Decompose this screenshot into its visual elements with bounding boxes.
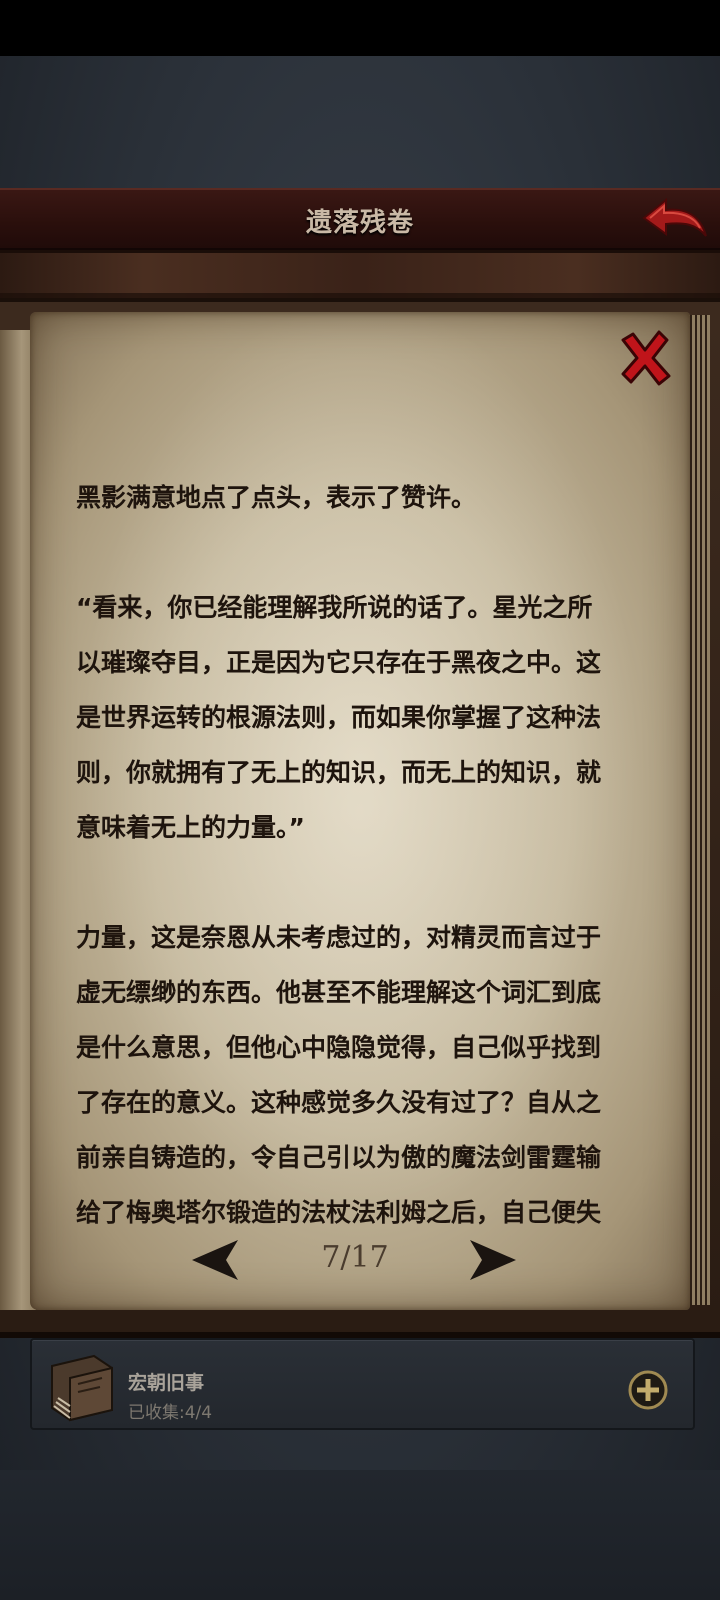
- text-line: 给了梅奥塔尔锻造的法杖法利姆之后，自己便失: [76, 1198, 602, 1227]
- back-arrow-icon: [642, 197, 707, 237]
- text-line: 虚无缥缈的东西。他甚至不能理解这个词汇到底: [76, 978, 602, 1007]
- collection-count: 已收集:4/4: [128, 1403, 213, 1423]
- close-x-icon: [621, 330, 671, 386]
- left-arrow-icon: [192, 1240, 238, 1280]
- expand-button[interactable]: [628, 1370, 668, 1410]
- text-line: 了存在的意义。这种感觉多久没有过了？自从之: [76, 1088, 602, 1117]
- text-line: 前亲自铸造的，令自己引以为傲的魔法剑雷霆输: [76, 1143, 602, 1172]
- book-icon: [42, 1346, 122, 1426]
- prev-page-button[interactable]: [190, 1238, 240, 1282]
- right-arrow-icon: [470, 1240, 516, 1280]
- close-button[interactable]: [615, 328, 675, 388]
- collection-bar: 宏朝旧事 已收集:4/4: [30, 1338, 695, 1430]
- collection-name: 宏朝旧事: [128, 1372, 205, 1394]
- text-line: 意味着无上的力量。”: [76, 813, 305, 842]
- text-line: 黑影满意地点了点头，表示了赞许。: [76, 483, 477, 512]
- page-number: 7/17: [321, 1240, 389, 1275]
- text-line: 则，你就拥有了无上的知识，而无上的知识，就: [76, 758, 602, 787]
- text-line: 是世界运转的根源法则，而如果你掌握了这种法: [76, 703, 602, 732]
- text-line: 以璀璨夺目，正是因为它只存在于黑夜之中。这: [76, 648, 602, 677]
- text-line: 是什么意思，但他心中隐隐觉得，自己似乎找到: [76, 1033, 602, 1062]
- plus-circle-icon: [628, 1370, 668, 1410]
- page-navigator: 7/17: [190, 1236, 520, 1286]
- page-title: 遗落残卷: [305, 208, 414, 238]
- next-page-button[interactable]: [468, 1238, 518, 1282]
- screen: 遗落残卷 黑影满意地点了点头，表示了赞许。 “看来，你已经能理解我所说的话了。星…: [0, 0, 720, 1600]
- bottom-area: [0, 1470, 720, 1600]
- text-line: 力量，这是奈恩从未考虑过的，对精灵而言过于: [76, 923, 602, 952]
- story-text: 黑影满意地点了点头，表示了赞许。 “看来，你已经能理解我所说的话了。星光之所 以…: [76, 470, 641, 1240]
- status-bar: [0, 0, 720, 56]
- title-bar: 遗落残卷: [0, 188, 720, 250]
- text-line: “看来，你已经能理解我所说的话了。星光之所: [76, 593, 593, 622]
- back-button[interactable]: [640, 194, 710, 244]
